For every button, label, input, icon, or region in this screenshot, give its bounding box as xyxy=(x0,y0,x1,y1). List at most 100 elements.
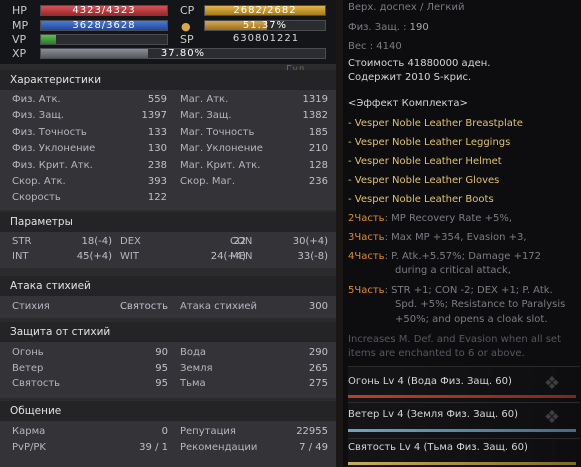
characteristics-section: Характеристики Физ. Атк. 559 Физ. Защ. 1397… xyxy=(0,70,336,210)
parameters-title: Параметры xyxy=(0,212,336,232)
stat-value: 210 xyxy=(308,143,328,155)
pdef-label: Физ. Защ. : xyxy=(348,22,407,33)
set-bonus-2-text: : MP Recovery Rate +5%, xyxy=(384,213,513,224)
item-crystals: Содержит 2010 S-крис. xyxy=(348,72,472,83)
set-effect-title: <Эффект Комплекта> xyxy=(348,98,468,109)
mp-row: MP 3628/3628 xyxy=(0,19,180,32)
set-bonus-4-text-2: during a critical attack, xyxy=(395,265,511,276)
attribute-wind-text: Ветер Lv 4 (Земля Физ. Защ. 60) xyxy=(348,409,519,420)
stat-label: Физ. Точность xyxy=(12,126,87,138)
attribute-fire-bar xyxy=(348,395,576,398)
attribute-wind-block: Ветер Lv 4 (Земля Физ. Защ. 60) ❖ xyxy=(348,402,580,438)
cp-label: CP xyxy=(180,4,195,17)
defense-element-title: Защита от стихий xyxy=(0,322,336,342)
defense-value: 95 xyxy=(155,362,168,374)
defense-label: Огонь xyxy=(12,347,44,358)
defense-value: 265 xyxy=(308,362,328,374)
attribute-holy-block: Святость Lv 4 (Тьма Физ. Защ. 60) xyxy=(348,438,580,467)
stat-value: 1397 xyxy=(141,110,167,122)
attack-element-power-label: Атака стихией xyxy=(180,301,258,312)
item-tooltip: Верх. доспех / Легкий Физ. Защ. : 190 Ве… xyxy=(343,0,581,467)
mp-bar: 3628/3628 xyxy=(40,20,168,31)
item-weight-label: Вес : xyxy=(348,41,374,52)
characteristics-title: Характеристики xyxy=(0,70,336,90)
set-bonus-4-label: 4Часть xyxy=(348,251,385,262)
hp-label: HP xyxy=(12,4,27,17)
character-status-window: HP 4323/4323 MP 3628/3628 VP XP 37.80% C… xyxy=(0,0,581,467)
set-bonus-4-text: : P. Atk.+5.57%; Damage +172 xyxy=(384,251,542,262)
social-label: PvP/PK xyxy=(12,442,46,453)
social-value: 39 / 1 xyxy=(139,442,168,453)
social-label: Репутация xyxy=(180,426,236,437)
set-bonus-4: 4Часть: P. Atk.+5.57%; Damage +172 xyxy=(348,251,541,262)
weight-value: 51.37% xyxy=(242,20,288,31)
social-value: 7 / 49 xyxy=(299,442,328,453)
pdef-line: Физ. Защ. : 190 xyxy=(348,22,429,33)
enchant-bonus-2: items are enchanted to 6 or above. xyxy=(348,348,525,359)
set-item-5: - Vesper Noble Leather Boots xyxy=(348,194,494,205)
set-bonus-3-text: : Max MP +354, Evasion +3, xyxy=(384,232,527,243)
xp-bar: 37.80% xyxy=(40,48,326,59)
stat-value: 559 xyxy=(147,94,167,105)
stat-value: 1319 xyxy=(302,94,328,105)
vitals-bars: HP 4323/4323 MP 3628/3628 VP XP 37.80% C… xyxy=(0,0,336,64)
social-body: Карма 0 PvP/PK 39 / 1 Репутация 22955 Рекоменд… xyxy=(0,421,336,467)
set-bonus-5-text: : STR +1; CON -2; DEX +1; P. Atk. xyxy=(384,285,553,296)
param-label: WIT xyxy=(120,251,139,262)
stat-label: Маг. Защ. xyxy=(180,110,232,122)
weight-line: Вес : 4140 xyxy=(348,41,402,52)
param-value: 33(-8) xyxy=(297,251,329,262)
stat-label: Физ. Атк. xyxy=(12,94,61,105)
set-bonus-3: 3Часть: Max MP +354, Evasion +3, xyxy=(348,232,527,243)
cp-value: 2682/2682 xyxy=(233,5,297,16)
stat-value: 238 xyxy=(147,159,167,171)
hp-row: HP 4323/4323 xyxy=(0,4,180,17)
set-bonus-5-text-2: Spd. +5%; Resistance to Paralysis xyxy=(395,299,566,310)
stat-value: 133 xyxy=(147,126,167,138)
defense-element-section: Защита от стихий Огонь 90 Ветер 95 Святость 9… xyxy=(0,322,336,398)
defense-label: Ветер xyxy=(12,362,44,374)
attack-element-body: Стихия Святость Атака стихией 300 xyxy=(0,296,336,318)
set-bonus-5-text-3: +50%; and opens a cloak slot. xyxy=(395,314,548,325)
attack-element-title: Атака стихией xyxy=(0,276,336,296)
attribute-wind-icon: ❖ xyxy=(543,407,560,428)
defense-label: Святость xyxy=(12,378,61,389)
attribute-fire-text: Огонь Lv 4 (Вода Физ. Защ. 60) xyxy=(348,376,512,387)
set-item-2: - Vesper Noble Leather Leggings xyxy=(348,137,511,148)
set-bonus-2-label: 2Часть xyxy=(348,213,385,224)
stat-label: Скор. Маг. xyxy=(180,176,236,187)
set-bonus-5: 5Часть: STR +1; CON -2; DEX +1; P. Atk. xyxy=(348,285,553,296)
parameters-body: STR 18(-4) DEX 22 CON 30(+4) INT 45(+4) WIT 24(+4… xyxy=(0,232,336,268)
param-label: STR xyxy=(12,236,32,247)
param-value: 18(-4) xyxy=(81,236,113,247)
stat-value: 185 xyxy=(308,126,328,138)
attribute-fire-block: Огонь Lv 4 (Вода Физ. Защ. 60) ❖ xyxy=(348,366,580,402)
social-label: Рекомендации xyxy=(180,442,258,453)
defense-value: 95 xyxy=(155,378,168,389)
xp-value: 37.80% xyxy=(160,48,206,59)
stat-value: 1382 xyxy=(302,110,328,122)
defense-value: 275 xyxy=(308,378,328,389)
cp-bar: 2682/2682 xyxy=(204,5,326,16)
weight-bag-icon: ● xyxy=(181,20,191,33)
stat-value: 128 xyxy=(308,159,328,171)
social-section: Общение Карма 0 PvP/PK 39 / 1 Репутация 22955… xyxy=(0,401,336,467)
set-item-4: - Vesper Noble Leather Gloves xyxy=(348,175,500,186)
stat-label: Маг. Атк. xyxy=(180,94,229,105)
sp-value: 630801221 xyxy=(232,33,300,44)
sp-label: SP xyxy=(180,33,194,46)
cp-row: CP 2682/2682 xyxy=(170,4,336,17)
stat-label: Физ. Уклонение xyxy=(12,143,96,155)
attribute-holy-text: Святость Lv 4 (Тьма Физ. Защ. 60) xyxy=(348,442,528,453)
stat-label: Физ. Крит. Атк. xyxy=(12,159,93,171)
social-title: Общение xyxy=(0,401,336,421)
param-value: 30(+4) xyxy=(292,236,328,247)
set-item-3: - Vesper Noble Leather Helmet xyxy=(348,156,502,167)
attribute-holy-bar xyxy=(348,462,576,465)
mp-label: MP xyxy=(12,19,29,32)
stat-value: 130 xyxy=(147,143,167,155)
param-label: MEN xyxy=(230,251,253,262)
defense-element-body: Огонь 90 Ветер 95 Святость 95 Вода 290 Земля 265 Т… xyxy=(0,342,336,398)
stat-value: 122 xyxy=(147,192,167,204)
stat-value: 236 xyxy=(308,176,328,187)
